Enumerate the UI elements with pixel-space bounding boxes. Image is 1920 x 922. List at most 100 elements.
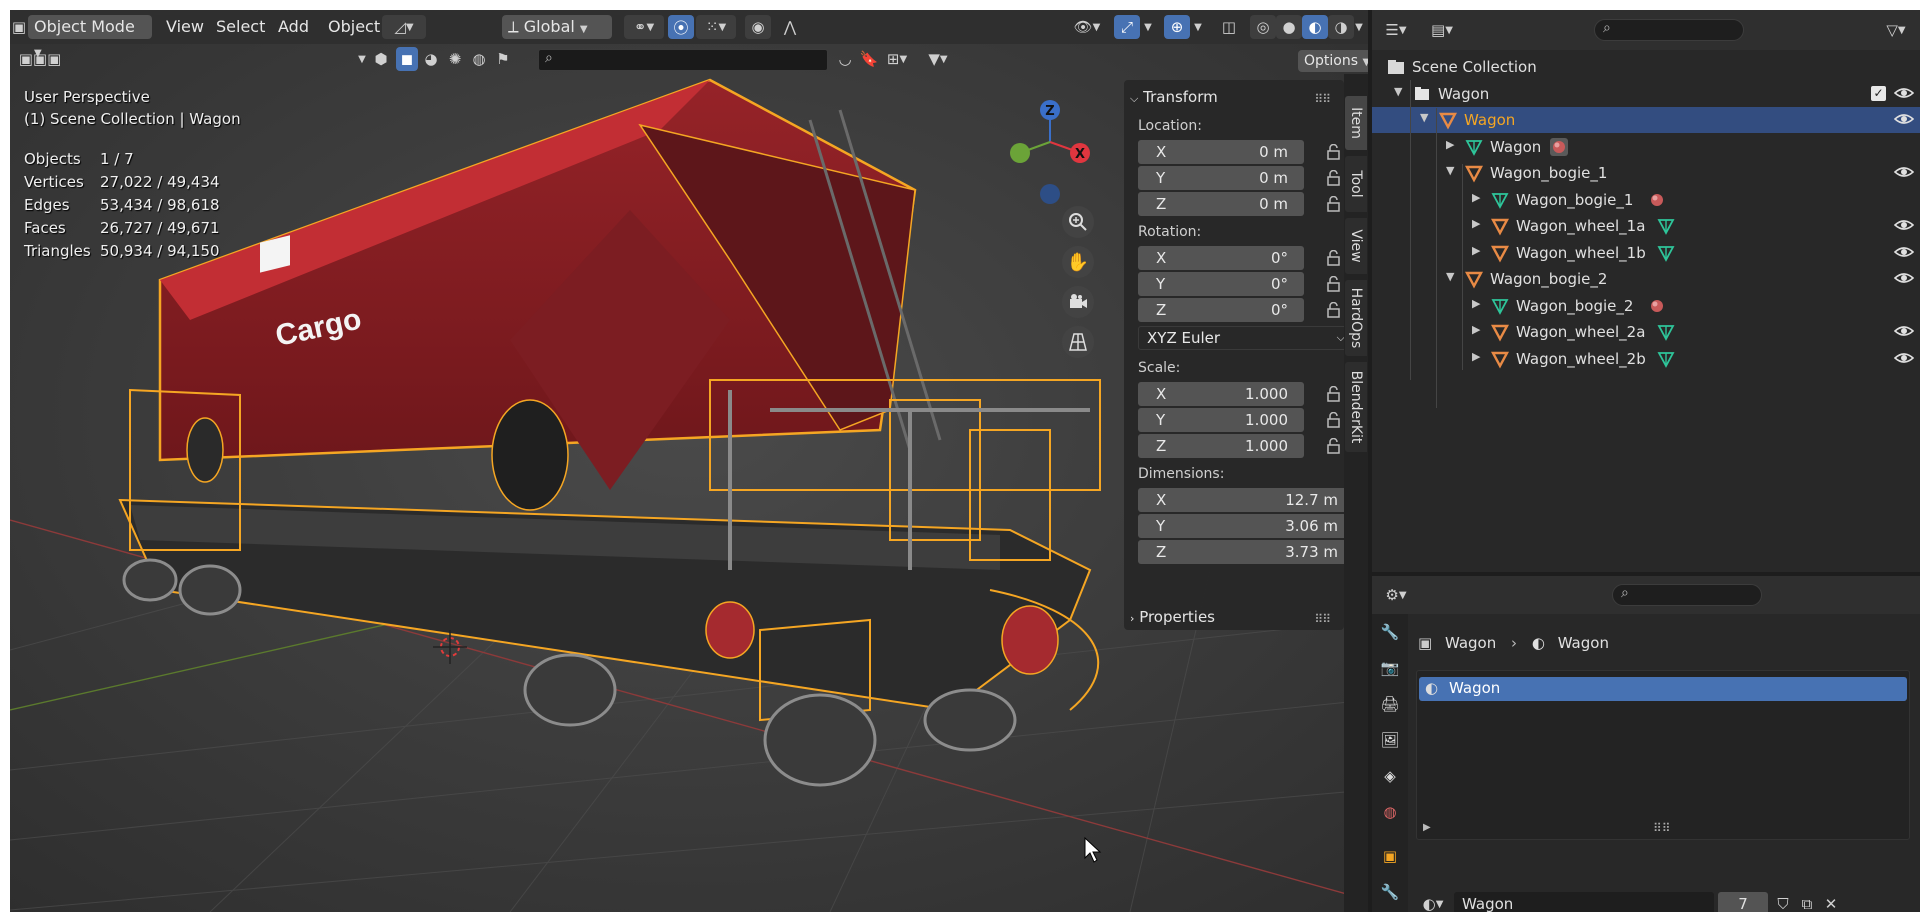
overlay-toggle-icon[interactable]: ⊕	[1164, 15, 1190, 39]
asset-search-input[interactable]: ⌕	[538, 49, 828, 71]
wireframe-shading-icon[interactable]: ◎	[1250, 15, 1276, 39]
outliner-row[interactable]: ▶ Wagon_wheel_1a	[1372, 213, 1920, 239]
orientation-gizmo[interactable]: Z X	[1000, 90, 1100, 210]
collapse-triangle-icon[interactable]: ▼	[1446, 270, 1454, 283]
rotation-x-field[interactable]: X 0°	[1138, 246, 1304, 270]
drag-handle-icon[interactable]: ⠿⠿	[1314, 92, 1331, 106]
layout-icon[interactable]: ⊞ ▼	[880, 47, 914, 71]
lock-icon[interactable]	[1326, 302, 1344, 318]
tab-item[interactable]: Item	[1345, 96, 1367, 150]
outliner-row[interactable]: ▼ Wagon ✓	[1372, 81, 1920, 107]
mode-select[interactable]: Object Mode ▼	[28, 15, 152, 59]
scale-y-field[interactable]: Y 1.000	[1138, 408, 1304, 432]
bookmark-icon[interactable]: 🔖	[858, 47, 880, 71]
object-tab-icon[interactable]: ▣	[1378, 844, 1402, 868]
gizmo-menu-chevron-icon[interactable]: ▼	[1140, 15, 1156, 39]
eye-icon[interactable]	[1893, 270, 1915, 286]
eye-icon[interactable]	[1893, 85, 1915, 101]
material-slot-item[interactable]: ◐ Wagon	[1419, 677, 1907, 701]
pivot-icon[interactable]: ⚭ ▼	[624, 15, 664, 39]
outliner-row[interactable]: ▶ Wagon_bogie_2	[1372, 293, 1920, 319]
eye-icon[interactable]	[1893, 323, 1915, 339]
pan-hand-icon[interactable]: ✋	[1062, 246, 1094, 278]
outliner-row[interactable]: ▶ Wagon_bogie_1	[1372, 187, 1920, 213]
outliner-row[interactable]: ▼ Wagon	[1372, 107, 1920, 133]
shading-menu-chevron-icon[interactable]: ▼	[1352, 15, 1366, 39]
world-tab-icon[interactable]: ◍	[1378, 800, 1402, 824]
menu-view[interactable]: View	[160, 15, 210, 39]
outliner-search-input[interactable]: ⌕	[1594, 19, 1744, 41]
chevron-down-icon[interactable]: ▼	[354, 47, 370, 71]
outliner-row[interactable]: ▶ Wagon_wheel_2b	[1372, 346, 1920, 372]
visibility-icon[interactable]: 👁 ▼	[1066, 15, 1108, 39]
unlink-close-icon[interactable]: ✕	[1820, 892, 1842, 912]
browse-material-icon[interactable]: ◐ ▼	[1416, 892, 1450, 912]
user-count-button[interactable]: 7	[1718, 892, 1768, 912]
drag-handle-icon[interactable]: ⠿⠿	[1314, 612, 1331, 626]
eye-icon[interactable]	[1893, 350, 1915, 366]
expand-triangle-icon[interactable]: ▶	[1472, 217, 1480, 230]
lock-icon[interactable]	[1326, 170, 1344, 186]
lock-icon[interactable]	[1326, 412, 1344, 428]
transform-orientation-select[interactable]: ⟂ Global ▼	[502, 15, 612, 39]
material-icon[interactable]	[1549, 137, 1569, 157]
filter-mesh-icon[interactable]: ◼	[396, 47, 418, 71]
dimensions-x-field[interactable]: X 12.7 m	[1138, 488, 1354, 512]
rendered-shading-icon[interactable]: ◑	[1328, 15, 1354, 39]
expand-triangle-icon[interactable]: ▶	[1472, 244, 1480, 257]
expand-triangle-icon[interactable]: ▶	[1446, 138, 1454, 151]
menu-select[interactable]: Select	[210, 15, 271, 39]
outliner-row[interactable]: ▶ Wagon_wheel_1b	[1372, 240, 1920, 266]
mesh-data-icon[interactable]	[1656, 243, 1676, 263]
fake-user-shield-icon[interactable]: ⛉	[1772, 892, 1794, 912]
gizmo-toggle-icon[interactable]: ⤢	[1114, 15, 1140, 39]
color-wheel-icon[interactable]: ⬢	[372, 47, 390, 71]
tab-tool[interactable]: Tool	[1345, 156, 1367, 212]
eye-icon[interactable]	[1893, 217, 1915, 233]
outliner-row[interactable]: ▶ Wagon_wheel_2a	[1372, 319, 1920, 345]
expand-triangle-icon[interactable]: ▶	[1472, 323, 1480, 336]
material-shading-icon[interactable]: ◐	[1302, 15, 1328, 39]
xray-icon[interactable]: ◫	[1216, 15, 1242, 39]
mesh-data-icon[interactable]	[1656, 216, 1676, 236]
mesh-data-icon[interactable]	[1656, 322, 1676, 342]
rotation-mode-select[interactable]: XYZ Euler ⌵	[1138, 326, 1354, 350]
editor-type-icon[interactable]: ⚙ ▼	[1378, 583, 1414, 607]
render-tab-icon[interactable]: 📷	[1378, 656, 1402, 680]
rotation-z-field[interactable]: Z 0°	[1138, 298, 1304, 322]
checkbox-icon[interactable]: ✓	[1871, 85, 1886, 101]
filter-icon[interactable]: ▼ ▼	[918, 47, 958, 71]
filter-material-icon[interactable]: ◕	[420, 47, 442, 71]
material-icon[interactable]	[1647, 190, 1667, 210]
solid-shading-icon[interactable]: ●	[1276, 15, 1302, 39]
curve-icon[interactable]: ◡	[834, 47, 856, 71]
outliner-row[interactable]: ▼ Wagon_bogie_1	[1372, 160, 1920, 186]
view-layer-tab-icon[interactable]: 🖼	[1378, 728, 1402, 752]
output-tab-icon[interactable]: 🖨	[1378, 692, 1402, 716]
location-y-field[interactable]: Y0 m	[1138, 166, 1304, 190]
material-slot-list[interactable]: ◐ Wagon ▶ ⠿⠿	[1416, 670, 1910, 840]
snap-target-icon[interactable]: ⁙ ▼	[696, 15, 736, 39]
filter-node-icon[interactable]: ⚑	[492, 47, 514, 71]
collapse-triangle-icon[interactable]: ▼	[1420, 111, 1428, 124]
dimensions-z-field[interactable]: Z 3.73 m	[1138, 540, 1354, 564]
properties-section-header[interactable]: › Properties	[1130, 608, 1215, 626]
grid-view-icon[interactable]	[1062, 326, 1094, 358]
mesh-data-icon[interactable]	[1656, 349, 1676, 369]
eye-icon[interactable]	[1893, 164, 1915, 180]
lock-icon[interactable]	[1326, 250, 1344, 266]
collapse-triangle-icon[interactable]: ▼	[1446, 164, 1454, 177]
properties-search-input[interactable]: ⌕	[1612, 584, 1762, 606]
eye-icon[interactable]	[1893, 111, 1915, 127]
options-button[interactable]: Options ▼	[1298, 50, 1368, 72]
outliner-row[interactable]: ▶ Wagon	[1372, 134, 1920, 160]
zoom-icon[interactable]	[1062, 206, 1094, 238]
tab-hardops[interactable]: HardOps	[1345, 280, 1367, 356]
select-mode-icons[interactable]: ▣▣▣	[10, 47, 70, 71]
eye-icon[interactable]	[1893, 244, 1915, 260]
material-icon[interactable]	[1647, 296, 1667, 316]
editor-type-icon[interactable]: ▣	[12, 15, 26, 39]
tab-blenderkit[interactable]: BlenderKit	[1345, 362, 1367, 452]
expand-triangle-icon[interactable]: ▶	[1472, 191, 1480, 204]
dimensions-y-field[interactable]: Y 3.06 m	[1138, 514, 1354, 538]
